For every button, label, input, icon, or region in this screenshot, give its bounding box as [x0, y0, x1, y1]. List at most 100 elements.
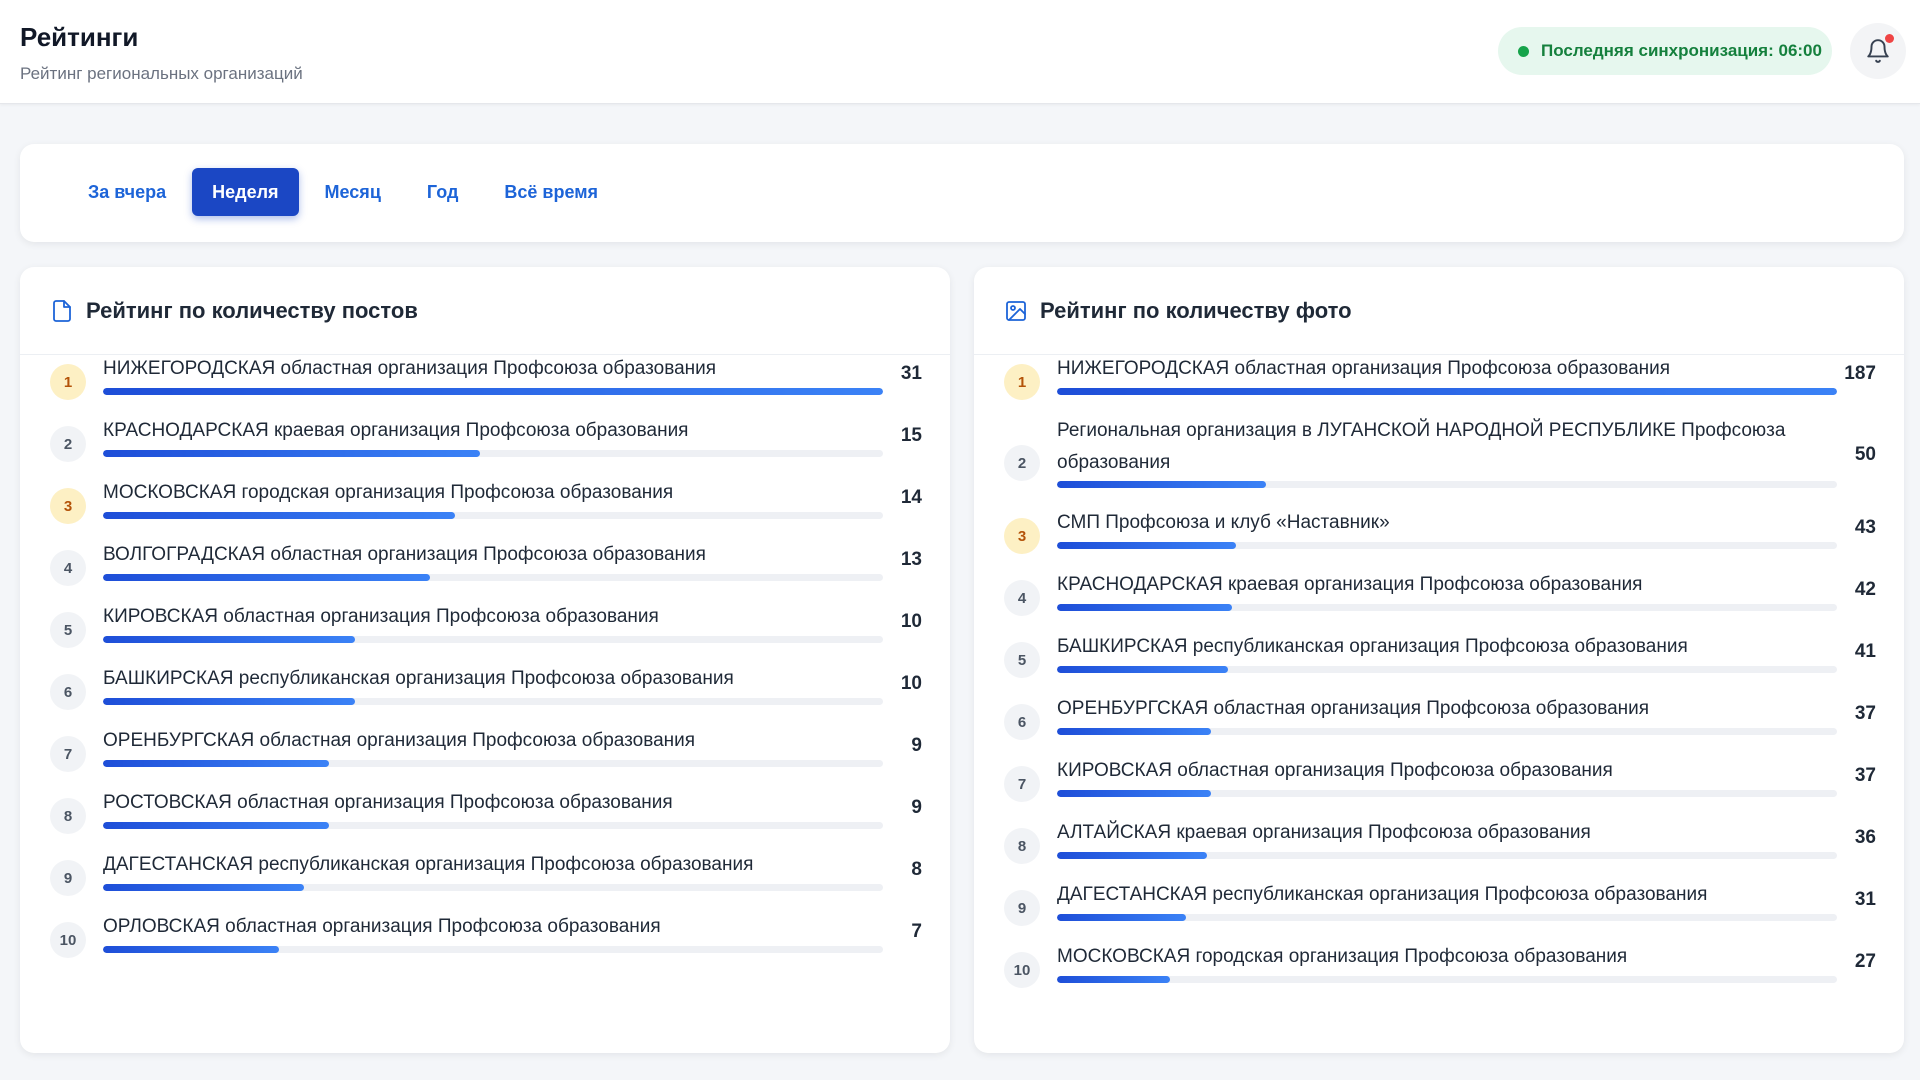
progress-bar: [103, 512, 883, 519]
progress-bar: [1057, 388, 1837, 395]
page-subtitle: Рейтинг региональных организаций: [20, 64, 303, 83]
rank-badge: 5: [1004, 642, 1040, 678]
progress-bar: [1057, 666, 1837, 673]
photos-panel-header: Рейтинг по количеству фото: [974, 267, 1904, 355]
rank-badge: 2: [1004, 445, 1040, 481]
progress-bar-fill: [1057, 852, 1208, 859]
period-tabs: За вчера Неделя Месяц Год Всё время: [68, 168, 618, 216]
progress-bar: [1057, 542, 1837, 549]
progress-bar-fill: [1057, 666, 1229, 673]
count-value: 43: [1854, 517, 1876, 538]
progress-bar-fill: [1057, 481, 1266, 488]
count-value: 27: [1854, 951, 1876, 972]
organization-name: КИРОВСКАЯ областная организация Профсоюз…: [103, 606, 659, 627]
progress-bar-fill: [103, 450, 481, 457]
rank-badge: 4: [1004, 580, 1040, 616]
count-value: 41: [1854, 641, 1876, 662]
progress-bar: [103, 884, 883, 891]
tab-month[interactable]: Месяц: [305, 168, 401, 216]
organization-name: БАШКИРСКАЯ республиканская организация П…: [103, 668, 734, 689]
progress-bar: [103, 946, 883, 953]
progress-bar-fill: [103, 636, 355, 643]
organization-name: МОСКОВСКАЯ городская организация Профсою…: [1057, 946, 1628, 967]
organization-name: КРАСНОДАРСКАЯ краевая организация Профсо…: [103, 420, 689, 441]
rank-badge: 5: [50, 612, 86, 648]
count-value: 31: [1854, 889, 1876, 910]
count-value: 15: [900, 425, 922, 446]
progress-bar-fill: [103, 760, 330, 767]
status-dot-icon: [1518, 45, 1529, 57]
progress-bar-fill: [1057, 542, 1237, 549]
organization-name: КИРОВСКАЯ областная организация Профсоюз…: [1057, 760, 1613, 781]
notification-indicator: [1885, 34, 1894, 43]
progress-bar-fill: [103, 946, 280, 953]
document-icon: [53, 299, 71, 322]
progress-bar: [1057, 790, 1837, 797]
count-value: 36: [1854, 827, 1876, 848]
progress-bar-fill: [103, 574, 431, 581]
image-icon: [1006, 300, 1026, 321]
progress-bar-fill: [1057, 388, 1837, 395]
rank-badge: 7: [50, 736, 86, 772]
period-tabs-card: За вчера Неделя Месяц Год Всё время: [20, 144, 1904, 242]
progress-bar: [1057, 976, 1837, 983]
count-value: 10: [900, 611, 922, 632]
organization-name: НИЖЕГОРОДСКАЯ областная организация Проф…: [1057, 358, 1671, 379]
progress-bar-fill: [103, 822, 330, 829]
count-value: 7: [911, 921, 922, 942]
tab-year[interactable]: Год: [407, 168, 479, 216]
organization-name: ОРЕНБУРГСКАЯ областная организация Профс…: [103, 730, 696, 751]
organization-name: ДАГЕСТАНСКАЯ республиканская организация…: [103, 854, 754, 875]
count-value: 37: [1854, 765, 1876, 786]
rank-badge: 1: [1004, 364, 1040, 400]
posts-panel-header: Рейтинг по количеству постов: [20, 267, 950, 355]
rank-badge: 6: [1004, 704, 1040, 740]
organization-name: БАШКИРСКАЯ республиканская организация П…: [1057, 636, 1688, 657]
sync-status-text: Последняя синхронизация: 06:00: [1541, 41, 1822, 60]
count-value: 14: [900, 487, 922, 508]
count-value: 8: [911, 859, 922, 880]
count-value: 50: [1854, 444, 1876, 465]
progress-bar-fill: [1057, 790, 1212, 797]
count-value: 9: [911, 797, 922, 818]
rank-badge: 8: [50, 798, 86, 834]
progress-bar-fill: [103, 884, 305, 891]
rank-badge: 3: [1004, 518, 1040, 554]
rank-badge: 10: [50, 922, 86, 958]
notifications-button[interactable]: [1850, 23, 1906, 79]
count-value: 13: [900, 549, 922, 570]
organization-name: СМП Профсоюза и клуб «Наставник»: [1057, 512, 1390, 533]
tab-all-time[interactable]: Всё время: [484, 168, 618, 216]
organization-name: ОРЕНБУРГСКАЯ областная организация Профс…: [1057, 698, 1650, 719]
organization-name: ДАГЕСТАНСКАЯ республиканская организация…: [1057, 884, 1708, 905]
page-title: Рейтинги: [20, 22, 139, 52]
organization-name: ВОЛГОГРАДСКАЯ областная организация Проф…: [103, 544, 706, 565]
rank-badge: 1: [50, 364, 86, 400]
progress-bar: [1057, 481, 1837, 488]
organization-name: РОСТОВСКАЯ областная организация Профсою…: [103, 792, 673, 813]
organization-name: МОСКОВСКАЯ городская организация Профсою…: [103, 482, 674, 503]
count-value: 37: [1854, 703, 1876, 724]
rank-badge: 9: [1004, 890, 1040, 926]
rank-badge: 9: [50, 860, 86, 896]
rank-badge: 4: [50, 550, 86, 586]
rank-badge: 8: [1004, 828, 1040, 864]
photos-panel-title: Рейтинг по количеству фото: [1040, 297, 1352, 323]
progress-bar: [103, 698, 883, 705]
progress-bar: [1057, 728, 1837, 735]
progress-bar-fill: [1057, 914, 1187, 921]
rank-badge: 10: [1004, 952, 1040, 988]
count-value: 187: [1844, 363, 1876, 384]
organization-name: Региональная организация в ЛУГАНСКОЙ НАР…: [1057, 420, 1786, 473]
progress-bar: [103, 450, 883, 457]
tab-yesterday[interactable]: За вчера: [68, 168, 186, 216]
photos-ranking-panel: Рейтинг по количеству фото 1 НИЖЕГОРОДСКА…: [974, 267, 1904, 1053]
progress-bar: [1057, 852, 1837, 859]
progress-bar: [103, 388, 883, 395]
posts-panel-title: Рейтинг по количеству постов: [86, 297, 418, 323]
organization-name: КРАСНОДАРСКАЯ краевая организация Профсо…: [1057, 574, 1643, 595]
progress-bar-fill: [103, 388, 883, 395]
tab-week[interactable]: Неделя: [192, 168, 299, 216]
rank-badge: 3: [50, 488, 86, 524]
progress-bar: [103, 636, 883, 643]
